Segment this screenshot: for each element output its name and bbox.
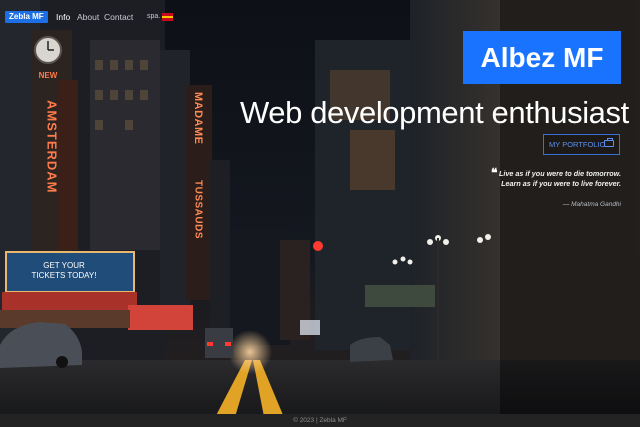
briefcase-icon (604, 138, 614, 147)
language-switch[interactable]: spa. (147, 12, 160, 22)
amsterdam-neon-sign: AMSTERDAM (45, 100, 60, 194)
billboard-text-line1: GET YOUR (43, 261, 85, 270)
my-portfolio-label: MY PORTFOLIO (549, 140, 606, 149)
hero-tagline: Web development enthusiast (240, 95, 629, 130)
nav-link-info[interactable]: Info (56, 12, 70, 22)
new-neon-sign: NEW (39, 71, 58, 80)
nav-link-about[interactable]: About (77, 12, 99, 22)
hero-name-badge: Albez MF (463, 31, 621, 84)
quote-line-2: Learn as if you were to live forever. (501, 179, 621, 188)
page-footer: © 2023 | Zebla MF (0, 414, 640, 427)
nav-link-contact[interactable]: Contact (104, 12, 133, 22)
madame-neon-sign: MADAME (192, 92, 204, 145)
billboard-text-line2: TICKETS TODAY! (32, 271, 97, 280)
spain-flag-icon[interactable] (162, 13, 173, 21)
quote-author: — Mahatma Gandhi (562, 201, 621, 208)
tussauds-neon-sign: TUSSAUDS (193, 180, 204, 239)
brand-logo[interactable]: Zebla MF (5, 11, 48, 23)
quote-line-1: Live as if you were to die tomorrow. (499, 169, 621, 178)
gandhi-quote: Live as if you were to die tomorrow. Lea… (380, 169, 621, 189)
footer-copyright: © 2023 | Zebla MF (293, 417, 347, 424)
top-navbar: Zebla MF Info About Contact spa. (0, 0, 640, 34)
my-portfolio-button[interactable]: MY PORTFOLIO (543, 134, 620, 155)
